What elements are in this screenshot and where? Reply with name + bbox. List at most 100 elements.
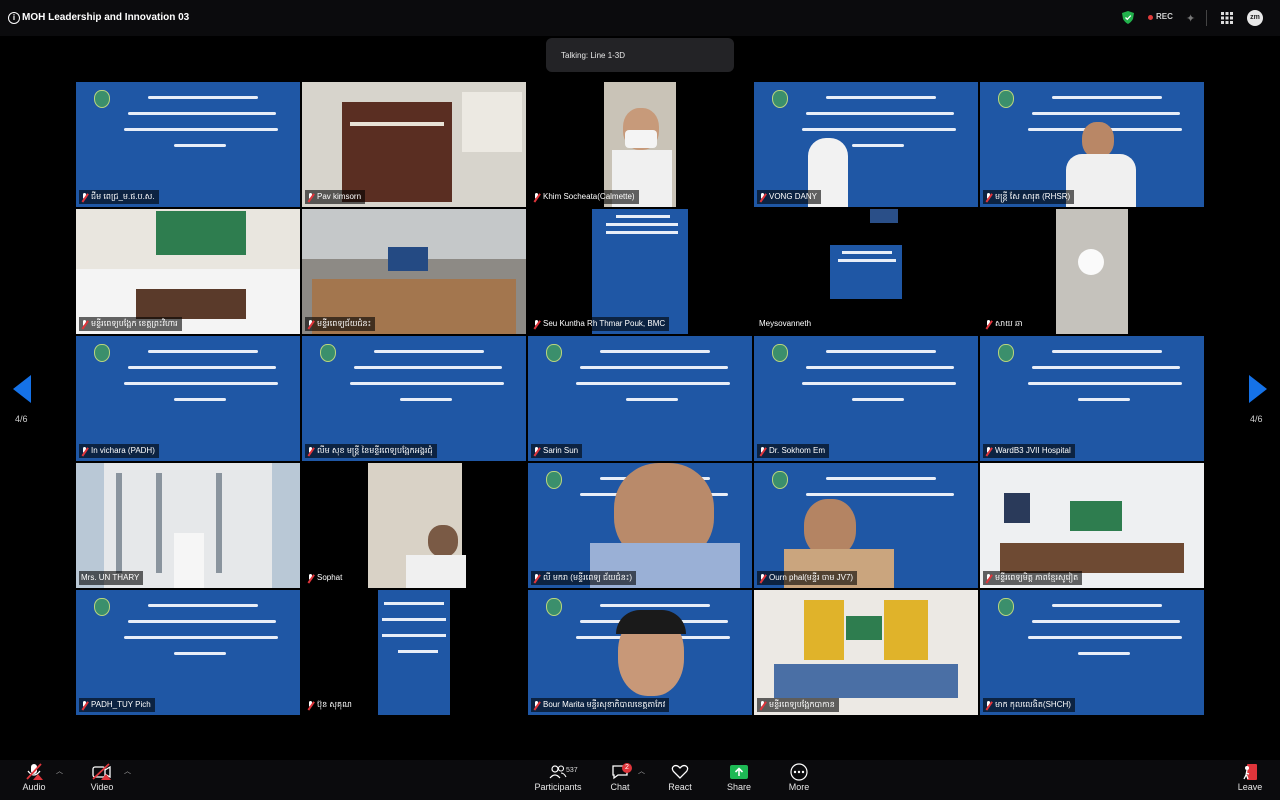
meeting-title: MOH Leadership and Innovation 03: [22, 12, 190, 23]
participant-name: WardB3 JVII Hospital: [983, 444, 1075, 458]
share-button[interactable]: Share: [723, 762, 755, 792]
participant-tile[interactable]: មន្ទីរពេទ្យមិត្ត ភាពខ្មែរសូវៀត: [980, 463, 1204, 588]
ministry-logo-icon: [94, 344, 110, 362]
ministry-logo-icon: [320, 344, 336, 362]
participants-count: 537: [566, 767, 578, 774]
audio-options-caret-icon[interactable]: ︿: [56, 766, 63, 776]
participant-tile[interactable]: Ourn phal(មន្ទីរ ចាម JV7): [754, 463, 978, 588]
participant-tile[interactable]: WardB3 JVII Hospital: [980, 336, 1204, 461]
more-label: More: [788, 782, 810, 792]
participant-name: Mrs. UN THARY: [79, 571, 144, 585]
participant-tile[interactable]: In vichara (PADH): [76, 336, 300, 461]
participant-tile[interactable]: លីម សុខ មន្ត្រី នៃមន្ទីរពេទ្យបង្អែកអង្គរ…: [302, 336, 526, 461]
ministry-logo-icon: [94, 90, 110, 108]
participant-tile[interactable]: Khim Socheata(Calmette): [528, 82, 752, 207]
next-page-arrow-icon[interactable]: [1249, 375, 1267, 403]
share-label: Share: [726, 782, 752, 792]
mic-muted-icon: [26, 763, 43, 780]
shield-icon[interactable]: [1122, 11, 1134, 24]
share-screen-icon: [730, 765, 748, 779]
leave-icon: [1243, 764, 1257, 780]
react-button[interactable]: React: [664, 762, 696, 792]
camera-off-icon: [92, 763, 111, 780]
previous-page-arrow-icon[interactable]: [13, 375, 31, 403]
participants-label: Participants: [534, 782, 582, 792]
mic-muted-icon: [985, 573, 992, 583]
participant-tile[interactable]: Meysovanneth: [754, 209, 978, 334]
divider: [1206, 10, 1207, 26]
participant-name: Seu Kuntha Rh Thmar Pouk, BMC: [531, 317, 670, 331]
participant-name: មន្ទីរពេទ្យមិត្ត ភាពខ្មែរសូវៀត: [983, 571, 1083, 585]
participant-tile[interactable]: លី មករា (មន្ទីរពេទ្យ ជ័យជំនះ): [528, 463, 752, 588]
participant-name: មន្ត្រី សែ សារុត (RHSR): [983, 190, 1075, 204]
participant-tile[interactable]: មាក កុលលេងិត(SHCH): [980, 590, 1204, 715]
participant-tile[interactable]: ប៊ុន សុគុណ: [302, 590, 526, 715]
mic-muted-icon: [307, 319, 314, 329]
mic-muted-icon: [985, 700, 992, 710]
participant-tile[interactable]: សាយ ឆា: [980, 209, 1204, 334]
mic-muted-icon: [985, 192, 992, 202]
participant-name: Sophat: [305, 571, 347, 585]
participant-tile[interactable]: Sarin Sun: [528, 336, 752, 461]
chat-unread-badge: 2: [622, 763, 632, 773]
participant-name: VONG DANY: [757, 190, 822, 204]
participant-tile[interactable]: Seu Kuntha Rh Thmar Pouk, BMC: [528, 209, 752, 334]
info-icon[interactable]: i: [8, 12, 20, 24]
participant-tile[interactable]: Dr. Sokhom Em: [754, 336, 978, 461]
page-indicator-right: 4/6: [1250, 414, 1263, 424]
participant-tile[interactable]: Mrs. UN THARY: [76, 463, 300, 588]
participant-tile[interactable]: VONG DANY: [754, 82, 978, 207]
participant-tile[interactable]: Sophat: [302, 463, 526, 588]
participant-tile[interactable]: មន្ទីរពេទ្យបង្អែកបាកាន: [754, 590, 978, 715]
participant-name: មន្ទីរពេទ្យបង្អែក ខេត្តព្រះវិហារ: [79, 317, 182, 331]
audio-label: Audio: [22, 782, 46, 792]
participant-name: Sarin Sun: [531, 444, 583, 458]
mic-muted-icon: [533, 573, 540, 583]
participant-tile[interactable]: PADH_TUY Pich: [76, 590, 300, 715]
page-indicator-left: 4/6: [15, 414, 28, 424]
avatar[interactable]: zm: [1247, 10, 1263, 26]
mic-muted-icon: [307, 573, 314, 583]
view-grid-icon[interactable]: [1221, 12, 1233, 24]
mic-muted-icon: [533, 192, 540, 202]
mic-muted-icon: [533, 446, 540, 456]
leave-button[interactable]: Leave: [1234, 762, 1266, 792]
video-button[interactable]: Video: [86, 762, 118, 792]
participant-name: មាក កុលលេងិត(SHCH): [983, 698, 1075, 712]
participant-name: សាយ ឆា: [983, 317, 1027, 331]
chat-options-caret-icon[interactable]: ︿: [638, 766, 645, 776]
participants-icon: [549, 765, 567, 779]
ministry-logo-icon: [998, 90, 1014, 108]
more-options-icon: [790, 763, 808, 781]
react-label: React: [668, 782, 692, 792]
mic-muted-icon: [759, 446, 766, 456]
ministry-logo-icon: [998, 598, 1014, 616]
mic-muted-icon: [759, 700, 766, 710]
participant-tile[interactable]: Bour Marita មន្ទីរសុខាភិបាលខេត្តតាកែវ: [528, 590, 752, 715]
participant-tile[interactable]: មន្ទីរពេទ្យបង្អែក ខេត្តព្រះវិហារ: [76, 209, 300, 334]
participant-name: Bour Marita មន្ទីរសុខាភិបាលខេត្តតាកែវ: [531, 698, 670, 712]
video-options-caret-icon[interactable]: ︿: [124, 766, 131, 776]
participant-tile[interactable]: Pav kimsorn: [302, 82, 526, 207]
participant-tile[interactable]: ជីម ពេជ្រ_ម.ផ.ប.ស.: [76, 82, 300, 207]
recording-dot-icon: [1148, 15, 1153, 20]
heart-icon: [671, 764, 689, 779]
mic-muted-icon: [81, 192, 88, 202]
more-button[interactable]: More: [783, 762, 815, 792]
participant-name: Dr. Sokhom Em: [757, 444, 830, 458]
ai-companion-icon[interactable]: ✦: [1186, 12, 1195, 25]
participant-name: PADH_TUY Pich: [79, 698, 155, 712]
mic-muted-icon: [307, 446, 314, 456]
audio-button[interactable]: Audio: [18, 762, 50, 792]
participant-name: In vichara (PADH): [79, 444, 159, 458]
talking-indicator: Talking: Line 1-3D: [546, 38, 734, 72]
participant-name: លី មករា (មន្ទីរពេទ្យ ជ័យជំនះ): [531, 571, 636, 585]
ministry-logo-icon: [998, 344, 1014, 362]
participant-tile[interactable]: មន្ទីរពេទ្យជ័យជំនះ: [302, 209, 526, 334]
participant-name: មន្ទីរពេទ្យបង្អែកបាកាន: [757, 698, 839, 712]
mic-muted-icon: [985, 319, 992, 329]
participant-name: លីម សុខ មន្ត្រី នៃមន្ទីរពេទ្យបង្អែកអង្គរ…: [305, 444, 437, 458]
mic-muted-icon: [759, 192, 766, 202]
participant-tile[interactable]: មន្ត្រី សែ សារុត (RHSR): [980, 82, 1204, 207]
recording-label: REC: [1156, 12, 1173, 21]
